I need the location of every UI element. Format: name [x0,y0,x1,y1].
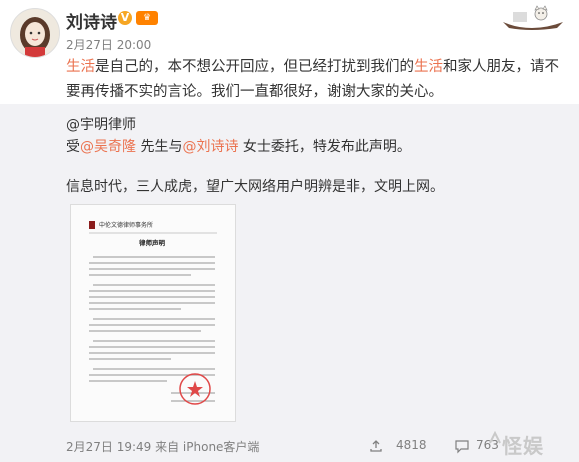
comment-icon [455,440,469,454]
document-firm-name: 中伦文德律师事务所 [99,221,153,229]
post-time[interactable]: 2月27日 20:00 [66,36,151,53]
statement-document-image[interactable]: 中伦文德律师事务所 律师声明 [70,204,236,422]
post-header: 刘诗诗 V ♛ 2月27日 20:00 生活是自己的，本不想公开回应，但已经打扰… [0,0,579,104]
repost-text-line: 信息时代，三人成虎，望广大网络用户明辨是非，文明上网。 [66,179,444,195]
avatar-illustration [11,9,59,57]
avatar[interactable] [10,8,60,58]
repost-text-segment: 受 [66,139,80,155]
watermark-logo-icon [489,431,501,444]
mention-link[interactable]: @吴奇隆 [80,139,136,155]
share-count: 4818 [396,438,427,452]
vip-badge-icon[interactable]: ♛ [136,11,158,25]
document-title: 律师声明 [139,238,166,247]
repost-text-line: 受@吴奇隆 先生与@刘诗诗 女士委托，特发布此声明。 [66,136,411,156]
mention-link[interactable]: @刘诗诗 [182,139,238,155]
repost-text-segment: 先生与 [136,139,183,155]
cat-boat-decoration-icon [503,5,563,30]
watermark: 怪娱 [502,434,544,458]
repost-author[interactable]: @宇明律师 [66,114,136,134]
username[interactable]: 刘诗诗 [66,8,117,33]
post-text-segment: 是自己的，本不想公开回应，但已经打扰到我们的 [95,59,414,75]
post-text: 生活是自己的，本不想公开回应，但已经打扰到我们的生活和家人朋友，请不要再传播不实… [66,55,571,105]
repost-time-source[interactable]: 2月27日 19:49 来自 iPhone客户端 [66,438,259,455]
share-icon [370,440,382,452]
topic-highlight[interactable]: 生活 [414,59,443,75]
document-illustration: 中伦文德律师事务所 律师声明 [71,205,235,421]
repost-text-segment: 女士委托，特发布此声明。 [238,139,411,155]
verified-badge-icon: V [118,11,132,25]
topic-highlight[interactable]: 生活 [66,59,95,75]
repost-box: @宇明律师 受@吴奇隆 先生与@刘诗诗 女士委托，特发布此声明。 信息时代，三人… [0,104,579,432]
